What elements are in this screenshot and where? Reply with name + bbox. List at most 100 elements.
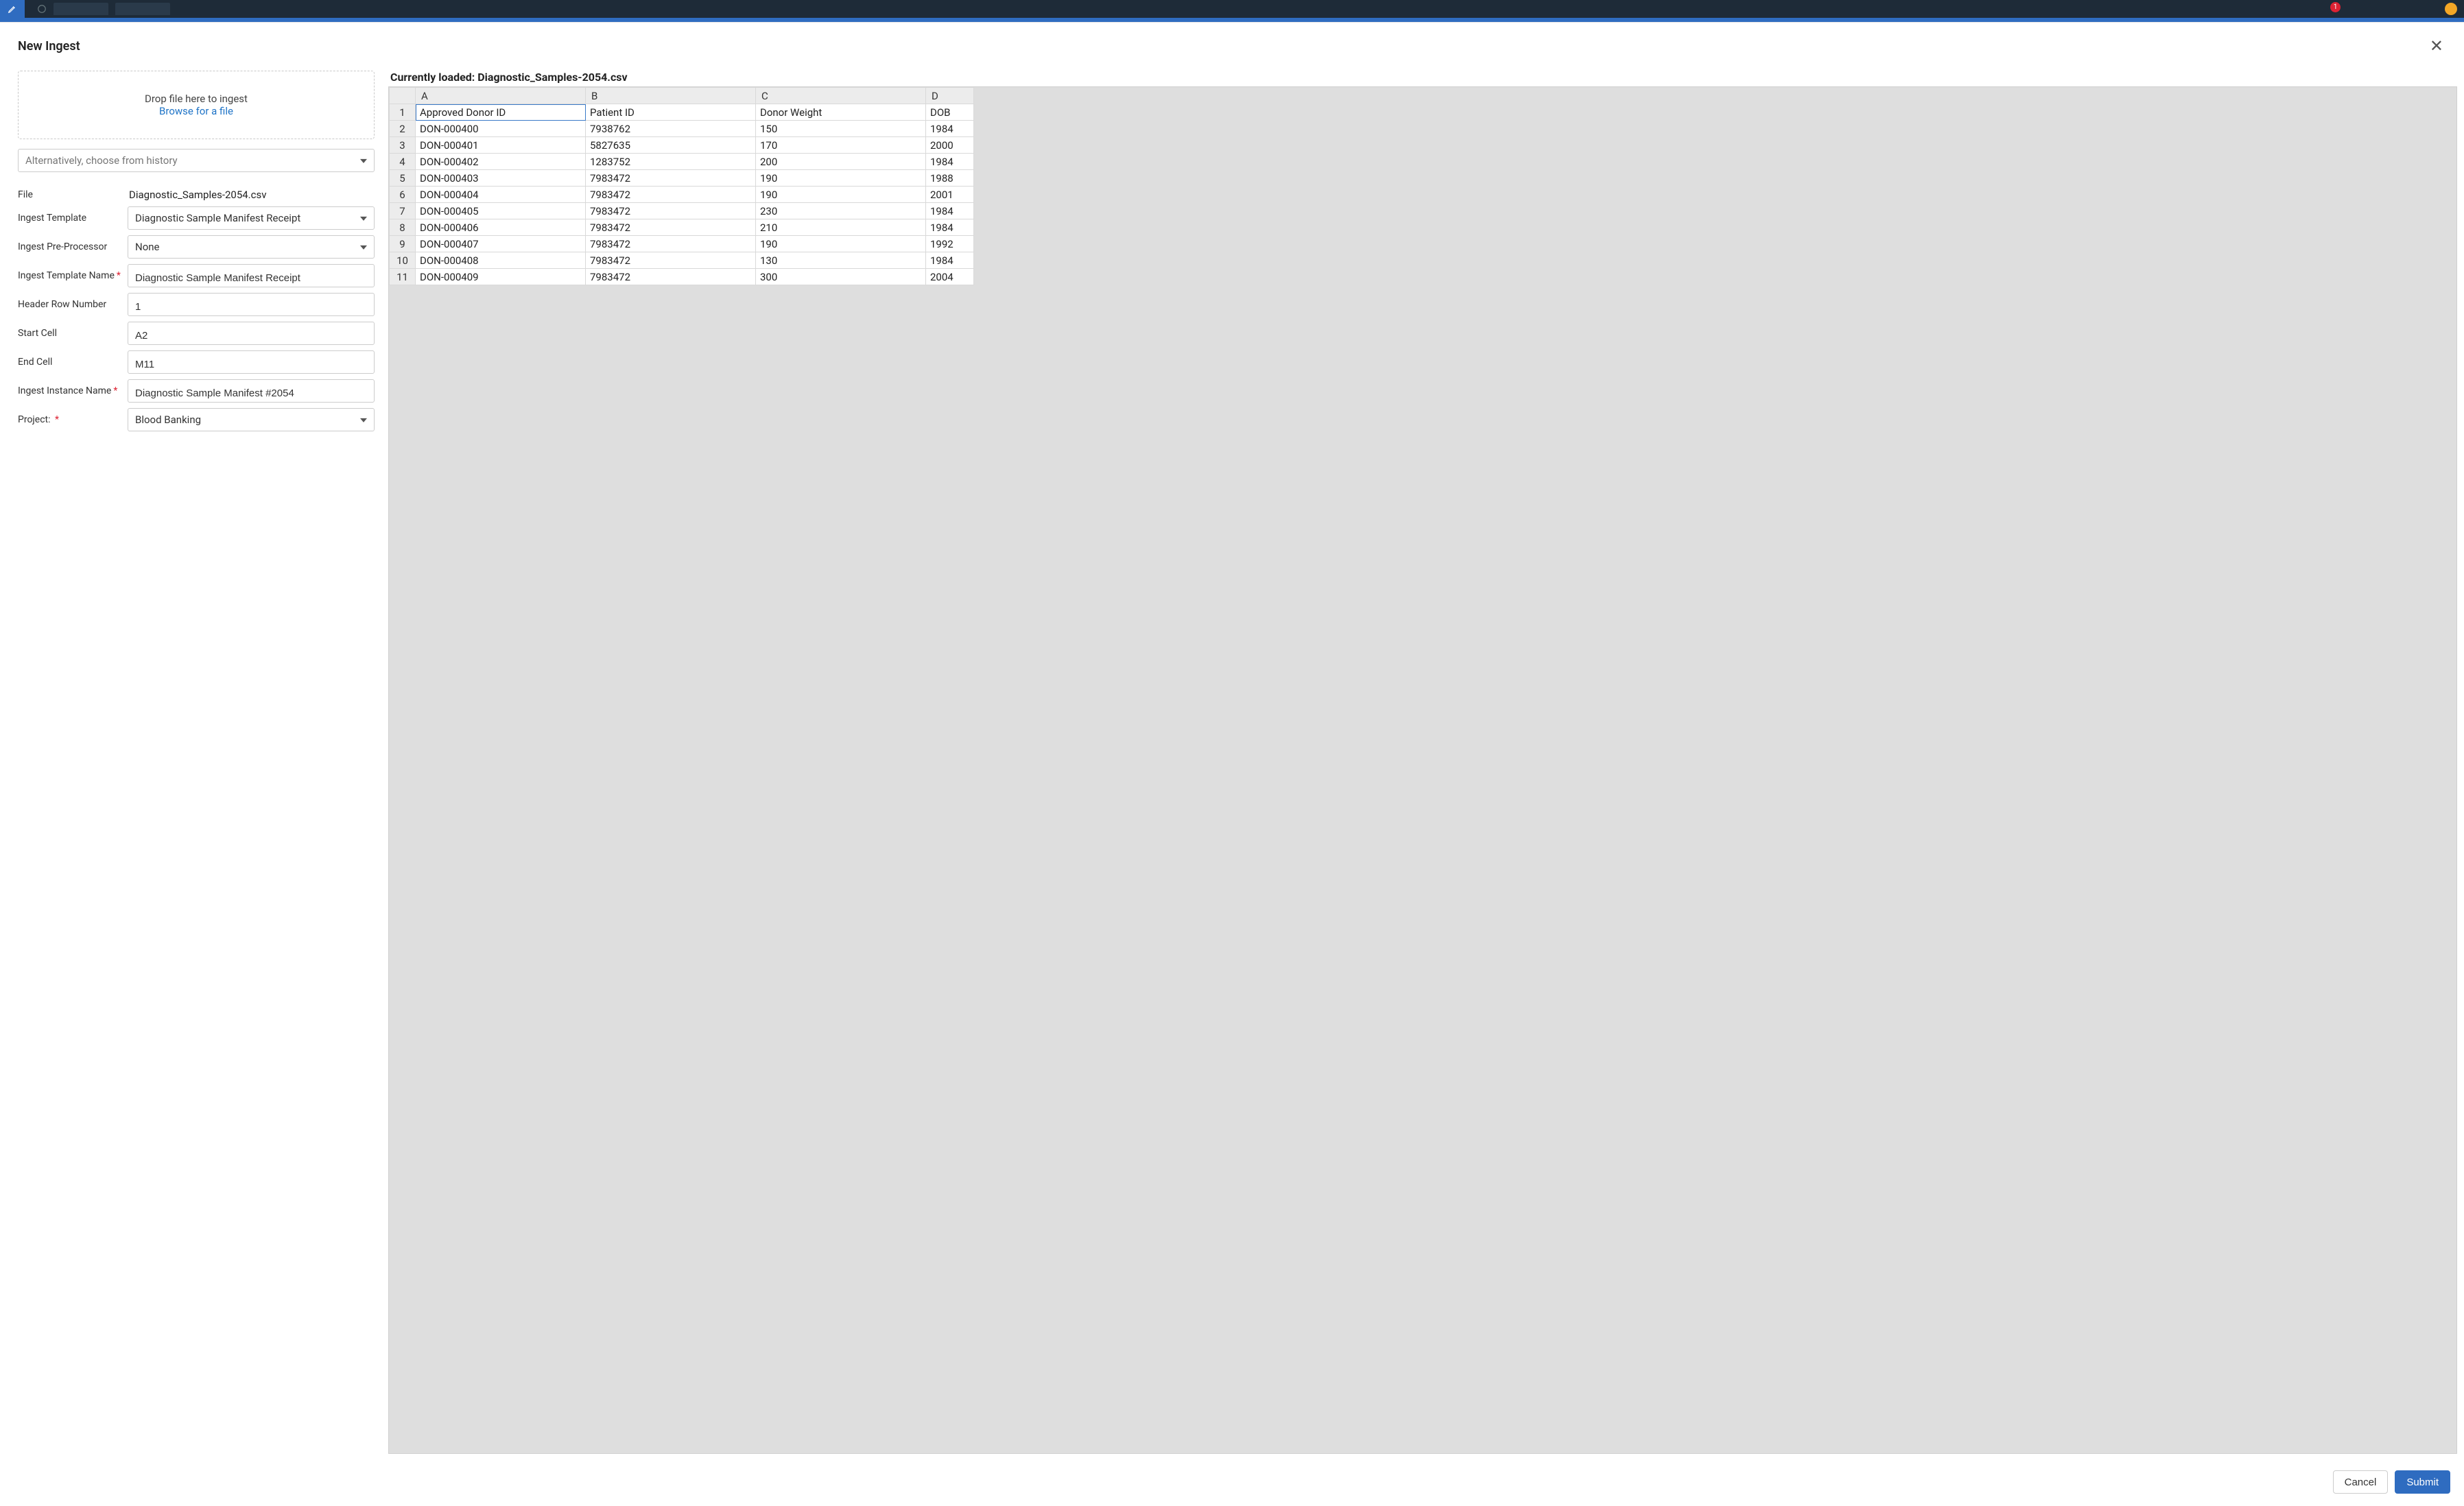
modal-footer: Cancel Submit — [0, 1463, 2464, 1506]
cell[interactable]: 300 — [756, 269, 926, 285]
preproc-label: Ingest Pre-Processor — [18, 241, 121, 252]
instance-name-label: Ingest Instance Name* — [18, 385, 121, 396]
project-label: Project: * — [18, 414, 121, 425]
cell[interactable]: 2004 — [926, 269, 974, 285]
modal-title: New Ingest — [18, 39, 80, 53]
cell[interactable]: Approved Donor ID — [416, 104, 586, 121]
col-header-C[interactable]: C — [756, 88, 926, 104]
cell[interactable]: DOB — [926, 104, 974, 121]
cell[interactable]: DON-000405 — [416, 203, 586, 219]
history-select[interactable]: Alternatively, choose from history — [18, 149, 375, 172]
preproc-value: None — [135, 241, 160, 253]
cell[interactable]: 7983472 — [586, 170, 756, 187]
avatar[interactable] — [2445, 3, 2457, 15]
cell[interactable]: 190 — [756, 170, 926, 187]
row-header[interactable]: 1 — [390, 104, 416, 121]
row-header[interactable]: 9 — [390, 236, 416, 252]
row-header[interactable]: 5 — [390, 170, 416, 187]
spreadsheet-preview[interactable]: ABCD 1Approved Donor IDPatient IDDonor We… — [388, 86, 2457, 1454]
cell[interactable]: 7938762 — [586, 121, 756, 137]
background-tab-1 — [54, 3, 108, 15]
file-dropzone[interactable]: Drop file here to ingest Browse for a fi… — [18, 71, 375, 139]
row-header[interactable]: 8 — [390, 219, 416, 236]
cancel-button[interactable]: Cancel — [2333, 1470, 2389, 1494]
start-cell-input[interactable] — [128, 322, 375, 345]
file-label: File — [18, 189, 121, 200]
instance-name-input[interactable] — [128, 379, 375, 403]
cell[interactable]: 1984 — [926, 203, 974, 219]
cell[interactable]: DON-000406 — [416, 219, 586, 236]
cell[interactable]: DON-000402 — [416, 154, 586, 170]
cell[interactable]: 230 — [756, 203, 926, 219]
preview-pane: Currently loaded: Diagnostic_Samples-205… — [388, 71, 2457, 1454]
cell[interactable]: 5827635 — [586, 137, 756, 154]
ingest-form-pane: Drop file here to ingest Browse for a fi… — [18, 71, 375, 1454]
browse-file-link[interactable]: Browse for a file — [159, 105, 233, 117]
cell[interactable]: 7983472 — [586, 203, 756, 219]
row-header[interactable]: 2 — [390, 121, 416, 137]
dropzone-text: Drop file here to ingest — [145, 93, 248, 105]
cell[interactable]: 1984 — [926, 121, 974, 137]
col-header-D[interactable]: D — [926, 88, 974, 104]
currently-loaded-label: Currently loaded: Diagnostic_Samples-205… — [390, 71, 2457, 84]
new-ingest-modal: New Ingest ✕ Drop file here to ingest Br… — [0, 22, 2464, 1506]
cell[interactable]: 2000 — [926, 137, 974, 154]
cell[interactable]: Donor Weight — [756, 104, 926, 121]
cell[interactable]: 170 — [756, 137, 926, 154]
cell[interactable]: 210 — [756, 219, 926, 236]
cell[interactable]: 7983472 — [586, 236, 756, 252]
preproc-select[interactable]: None — [128, 235, 375, 259]
cell[interactable]: DON-000408 — [416, 252, 586, 269]
cell[interactable]: 1984 — [926, 219, 974, 236]
cell[interactable]: DON-000407 — [416, 236, 586, 252]
end-cell-label: End Cell — [18, 357, 121, 368]
cell[interactable]: 130 — [756, 252, 926, 269]
cell[interactable]: 7983472 — [586, 269, 756, 285]
template-value: Diagnostic Sample Manifest Receipt — [135, 212, 300, 224]
app-logo — [37, 4, 47, 14]
cell[interactable]: 2001 — [926, 187, 974, 203]
cell[interactable]: 190 — [756, 187, 926, 203]
cell[interactable]: 1283752 — [586, 154, 756, 170]
cell[interactable]: 7983472 — [586, 252, 756, 269]
end-cell-input[interactable] — [128, 350, 375, 374]
row-header[interactable]: 6 — [390, 187, 416, 203]
cell[interactable]: 200 — [756, 154, 926, 170]
notification-badge[interactable]: 1 — [2330, 2, 2341, 12]
cell[interactable]: DON-000404 — [416, 187, 586, 203]
template-select[interactable]: Diagnostic Sample Manifest Receipt — [128, 206, 375, 230]
row-header[interactable]: 3 — [390, 137, 416, 154]
background-tab-2 — [115, 3, 170, 15]
col-header-B[interactable]: B — [586, 88, 756, 104]
cell[interactable]: 150 — [756, 121, 926, 137]
cell[interactable]: 1984 — [926, 252, 974, 269]
project-value: Blood Banking — [135, 414, 201, 426]
app-topbar: 1 — [0, 0, 2464, 18]
row-header[interactable]: 10 — [390, 252, 416, 269]
cell[interactable]: Patient ID — [586, 104, 756, 121]
edit-icon[interactable] — [0, 0, 25, 18]
cell[interactable]: DON-000401 — [416, 137, 586, 154]
row-header[interactable]: 7 — [390, 203, 416, 219]
template-name-label: Ingest Template Name* — [18, 270, 121, 281]
cell[interactable]: 190 — [756, 236, 926, 252]
template-name-input[interactable] — [128, 264, 375, 287]
cell[interactable]: 1988 — [926, 170, 974, 187]
cell[interactable]: 1992 — [926, 236, 974, 252]
cell[interactable]: 7983472 — [586, 219, 756, 236]
cell[interactable]: 1984 — [926, 154, 974, 170]
row-header[interactable]: 11 — [390, 269, 416, 285]
col-header-A[interactable]: A — [416, 88, 586, 104]
sheet-corner[interactable] — [390, 88, 416, 104]
cell[interactable]: DON-000409 — [416, 269, 586, 285]
cell[interactable]: DON-000400 — [416, 121, 586, 137]
close-icon[interactable]: ✕ — [2427, 35, 2446, 57]
project-select[interactable]: Blood Banking — [128, 408, 375, 431]
row-header[interactable]: 4 — [390, 154, 416, 170]
header-row-label: Header Row Number — [18, 299, 121, 310]
header-row-input[interactable] — [128, 293, 375, 316]
submit-button[interactable]: Submit — [2395, 1470, 2450, 1494]
cell[interactable]: 7983472 — [586, 187, 756, 203]
modal-body: Drop file here to ingest Browse for a fi… — [0, 61, 2464, 1463]
cell[interactable]: DON-000403 — [416, 170, 586, 187]
